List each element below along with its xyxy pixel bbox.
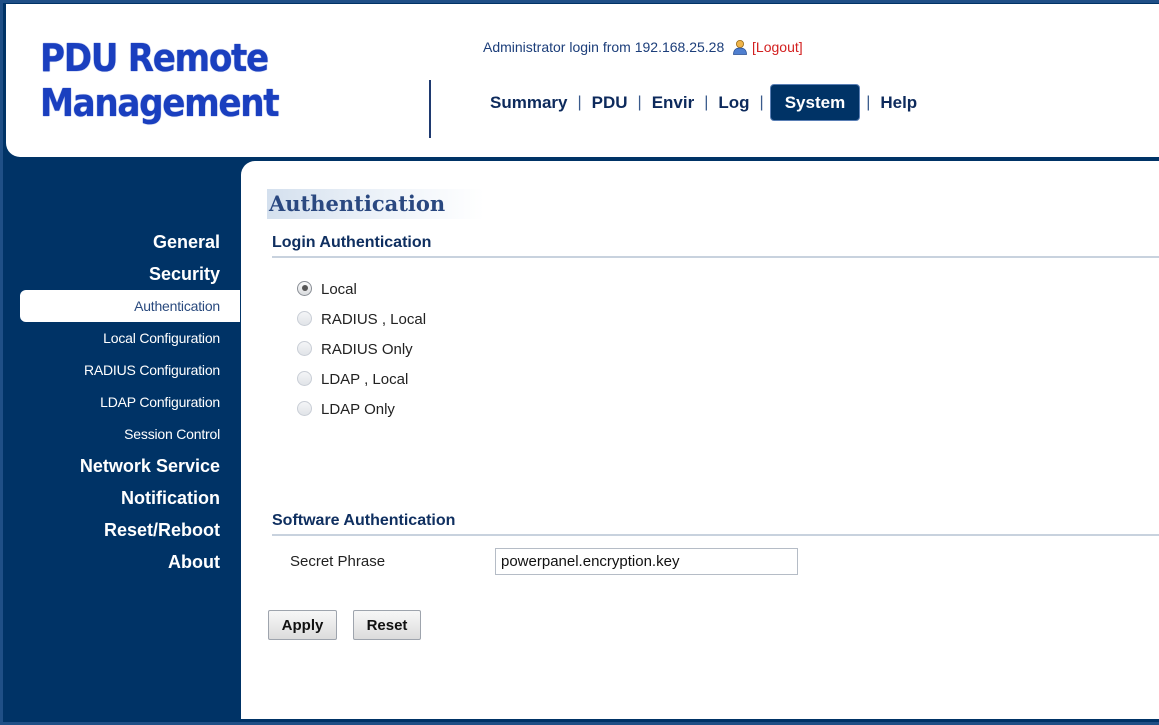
sidebar-item-session-control[interactable]: Session Control [0, 418, 240, 450]
login-status: Administrator login from 192.168.25.28 [… [483, 39, 803, 55]
radio-button[interactable] [297, 340, 312, 356]
radio-label: LDAP Only [321, 400, 395, 418]
nav-envir[interactable]: Envir [646, 93, 701, 113]
sidebar-item-authentication[interactable]: Authentication [20, 290, 240, 322]
nav-separator: | [637, 93, 642, 111]
nav-separator: | [704, 93, 709, 111]
header-divider [429, 80, 431, 138]
sidebar-reset-reboot[interactable]: Reset/Reboot [0, 514, 240, 546]
radio-option-radius-local[interactable]: RADIUS , Local [297, 304, 426, 334]
sidebar-about[interactable]: About [0, 546, 240, 578]
nav-separator: | [866, 93, 871, 111]
nav-system[interactable]: System [769, 84, 861, 121]
nav-log[interactable]: Log [712, 93, 755, 113]
login-auth-options: Local RADIUS , Local RADIUS Only LDAP , … [297, 274, 426, 424]
sidebar-general[interactable]: General [0, 226, 240, 258]
nav-separator: | [577, 93, 582, 111]
top-nav: Summary | PDU | Envir | Log | System | H… [484, 84, 923, 121]
nav-summary[interactable]: Summary [484, 93, 573, 113]
sidebar-security[interactable]: Security [0, 258, 240, 290]
brand-logo: PDU Remote Management [40, 36, 280, 126]
radio-option-ldap-only[interactable]: LDAP Only [297, 394, 426, 424]
radio-label: RADIUS Only [321, 340, 413, 358]
sidebar: General Security Authentication Local Co… [0, 226, 240, 578]
nav-pdu[interactable]: PDU [586, 93, 634, 113]
logout-link[interactable]: [Logout] [752, 39, 803, 55]
login-authentication-heading: Login Authentication [272, 234, 1159, 258]
radio-option-local[interactable]: Local [297, 274, 426, 304]
brand-line-1: PDU Remote [40, 36, 269, 80]
radio-label: Local [321, 280, 357, 298]
sidebar-item-local-configuration[interactable]: Local Configuration [0, 322, 240, 354]
secret-phrase-label: Secret Phrase [290, 553, 386, 570]
reset-button[interactable]: Reset [353, 610, 421, 640]
sidebar-network-service[interactable]: Network Service [0, 450, 240, 482]
sidebar-item-radius-configuration[interactable]: RADIUS Configuration [0, 354, 240, 386]
radio-button[interactable] [297, 370, 312, 386]
radio-label: LDAP , Local [321, 370, 409, 388]
software-authentication-heading: Software Authentication [272, 512, 1159, 536]
nav-help[interactable]: Help [874, 93, 923, 113]
apply-button[interactable]: Apply [268, 610, 337, 640]
main-content: Authentication Login Authentication Loca… [241, 161, 1159, 719]
radio-option-ldap-local[interactable]: LDAP , Local [297, 364, 426, 394]
radio-label: RADIUS , Local [321, 310, 427, 328]
secret-phrase-input[interactable] [495, 548, 798, 575]
login-status-text: Administrator login from 192.168.25.28 [483, 39, 725, 55]
nav-separator: | [759, 93, 764, 111]
radio-button-selected[interactable] [297, 280, 312, 296]
sidebar-item-ldap-configuration[interactable]: LDAP Configuration [0, 386, 240, 418]
radio-button[interactable] [297, 400, 312, 416]
header: PDU Remote Management Administrator logi… [6, 4, 1159, 157]
user-icon [732, 39, 748, 55]
radio-button[interactable] [297, 310, 312, 326]
page-title: Authentication [267, 189, 484, 219]
sidebar-notification[interactable]: Notification [0, 482, 240, 514]
brand-line-2: Management [40, 81, 280, 125]
radio-option-radius-only[interactable]: RADIUS Only [297, 334, 426, 364]
